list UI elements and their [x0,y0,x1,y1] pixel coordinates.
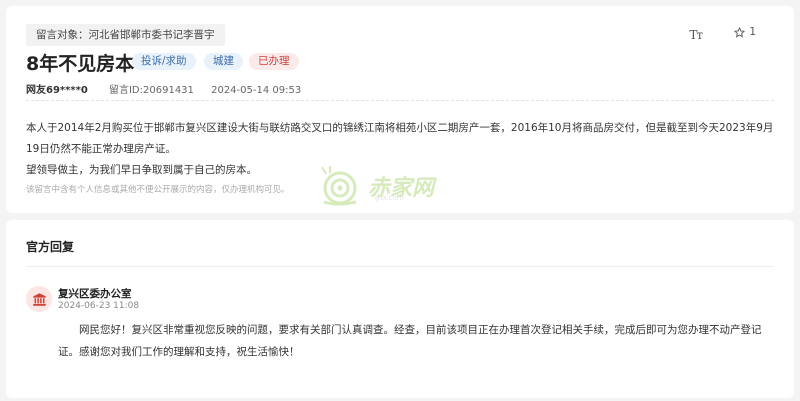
message-paragraph: 本人于2014年2月购买位于邯郸市复兴区建设大街与联纺路交叉口的锦绣江南将相苑小… [26,122,774,155]
status-badge: 已办理 [249,53,299,70]
message-meta: 网友69****0 留言ID:20691431 2024-05-14 09:53 [26,81,301,96]
category-tag: 投诉/求助 [132,53,196,70]
message-id: 留言ID:20691431 [108,85,194,96]
message-target-label: 留言对象：河北省邯郸市委书记李晋宇 [26,24,225,46]
text-size-icon[interactable]: Tт [689,28,703,42]
favorite-count: 1 [749,26,756,38]
section-title: 官方回复 [26,240,75,254]
office-name: 复兴区委办公室 [58,288,132,300]
message-timestamp: 2024-05-14 09:53 [211,85,302,96]
reply-body: 网民您好！复兴区非常重视您反映的问题，要求有关部门认真调查。经查，目前该项目正在… [58,324,762,358]
divider [26,266,774,267]
domain-tag: 城建 [204,53,243,70]
message-paragraph: 望领导做主，为我们早日争取到属于自己的房本。 [26,164,257,176]
privacy-note: 该留言中含有个人信息或其他不便公开展示的内容，仅办理机构可见。 [26,185,290,195]
author-name: 网友69****0 [26,85,88,96]
message-body: 本人于2014年2月购买位于邯郸市复兴区建设大街与联纺路交叉口的锦绣江南将相苑小… [26,118,776,181]
watermark-url: ljnx.com [374,194,404,202]
official-reply-card: 官方回复 复兴区委办公室 2024-06-23 11:08 网民您好！复兴区非常… [6,220,794,398]
divider [26,100,774,101]
star-icon [734,26,746,38]
page-title: 8年不见房本 [26,53,135,75]
government-building-icon [26,286,52,312]
message-card: 留言对象：河北省邯郸市委书记李晋宇 Tт 1 8年不见房本 投诉/求助 城建 已… [6,6,794,213]
reply-timestamp: 2024-06-23 11:08 [58,301,140,311]
favorite-button[interactable]: 1 [734,26,756,38]
